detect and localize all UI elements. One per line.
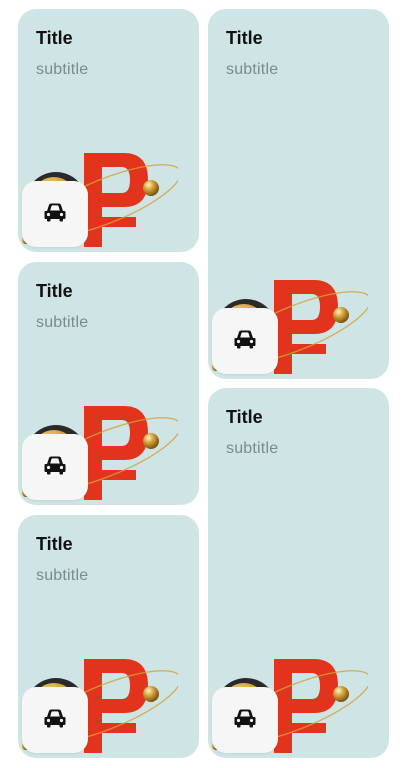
- car-icon: [43, 708, 67, 733]
- car-icon-badge: [22, 687, 88, 753]
- card-subtitle: subtitle: [226, 61, 279, 78]
- card-title: Title: [36, 534, 73, 554]
- card[interactable]: Title subtitle: [18, 262, 199, 505]
- car-icon: [43, 202, 67, 227]
- card[interactable]: Title subtitle: [18, 515, 199, 758]
- card-title: Title: [36, 28, 73, 48]
- card-title: Title: [226, 407, 263, 427]
- car-icon-badge: [22, 181, 88, 247]
- card-subtitle: subtitle: [36, 567, 89, 584]
- car-icon-badge: [22, 434, 88, 500]
- car-icon: [233, 329, 257, 354]
- card-subtitle: subtitle: [36, 314, 89, 331]
- car-icon: [233, 708, 257, 733]
- card-subtitle: subtitle: [36, 61, 89, 78]
- card[interactable]: Title subtitle: [208, 9, 389, 379]
- car-icon-badge: [212, 687, 278, 753]
- card-title: Title: [36, 281, 73, 301]
- car-icon: [43, 455, 67, 480]
- card-title: Title: [226, 28, 263, 48]
- car-icon-badge: [212, 308, 278, 374]
- card-subtitle: subtitle: [226, 440, 279, 457]
- card[interactable]: Title subtitle: [208, 388, 389, 758]
- card[interactable]: Title subtitle: [18, 9, 199, 252]
